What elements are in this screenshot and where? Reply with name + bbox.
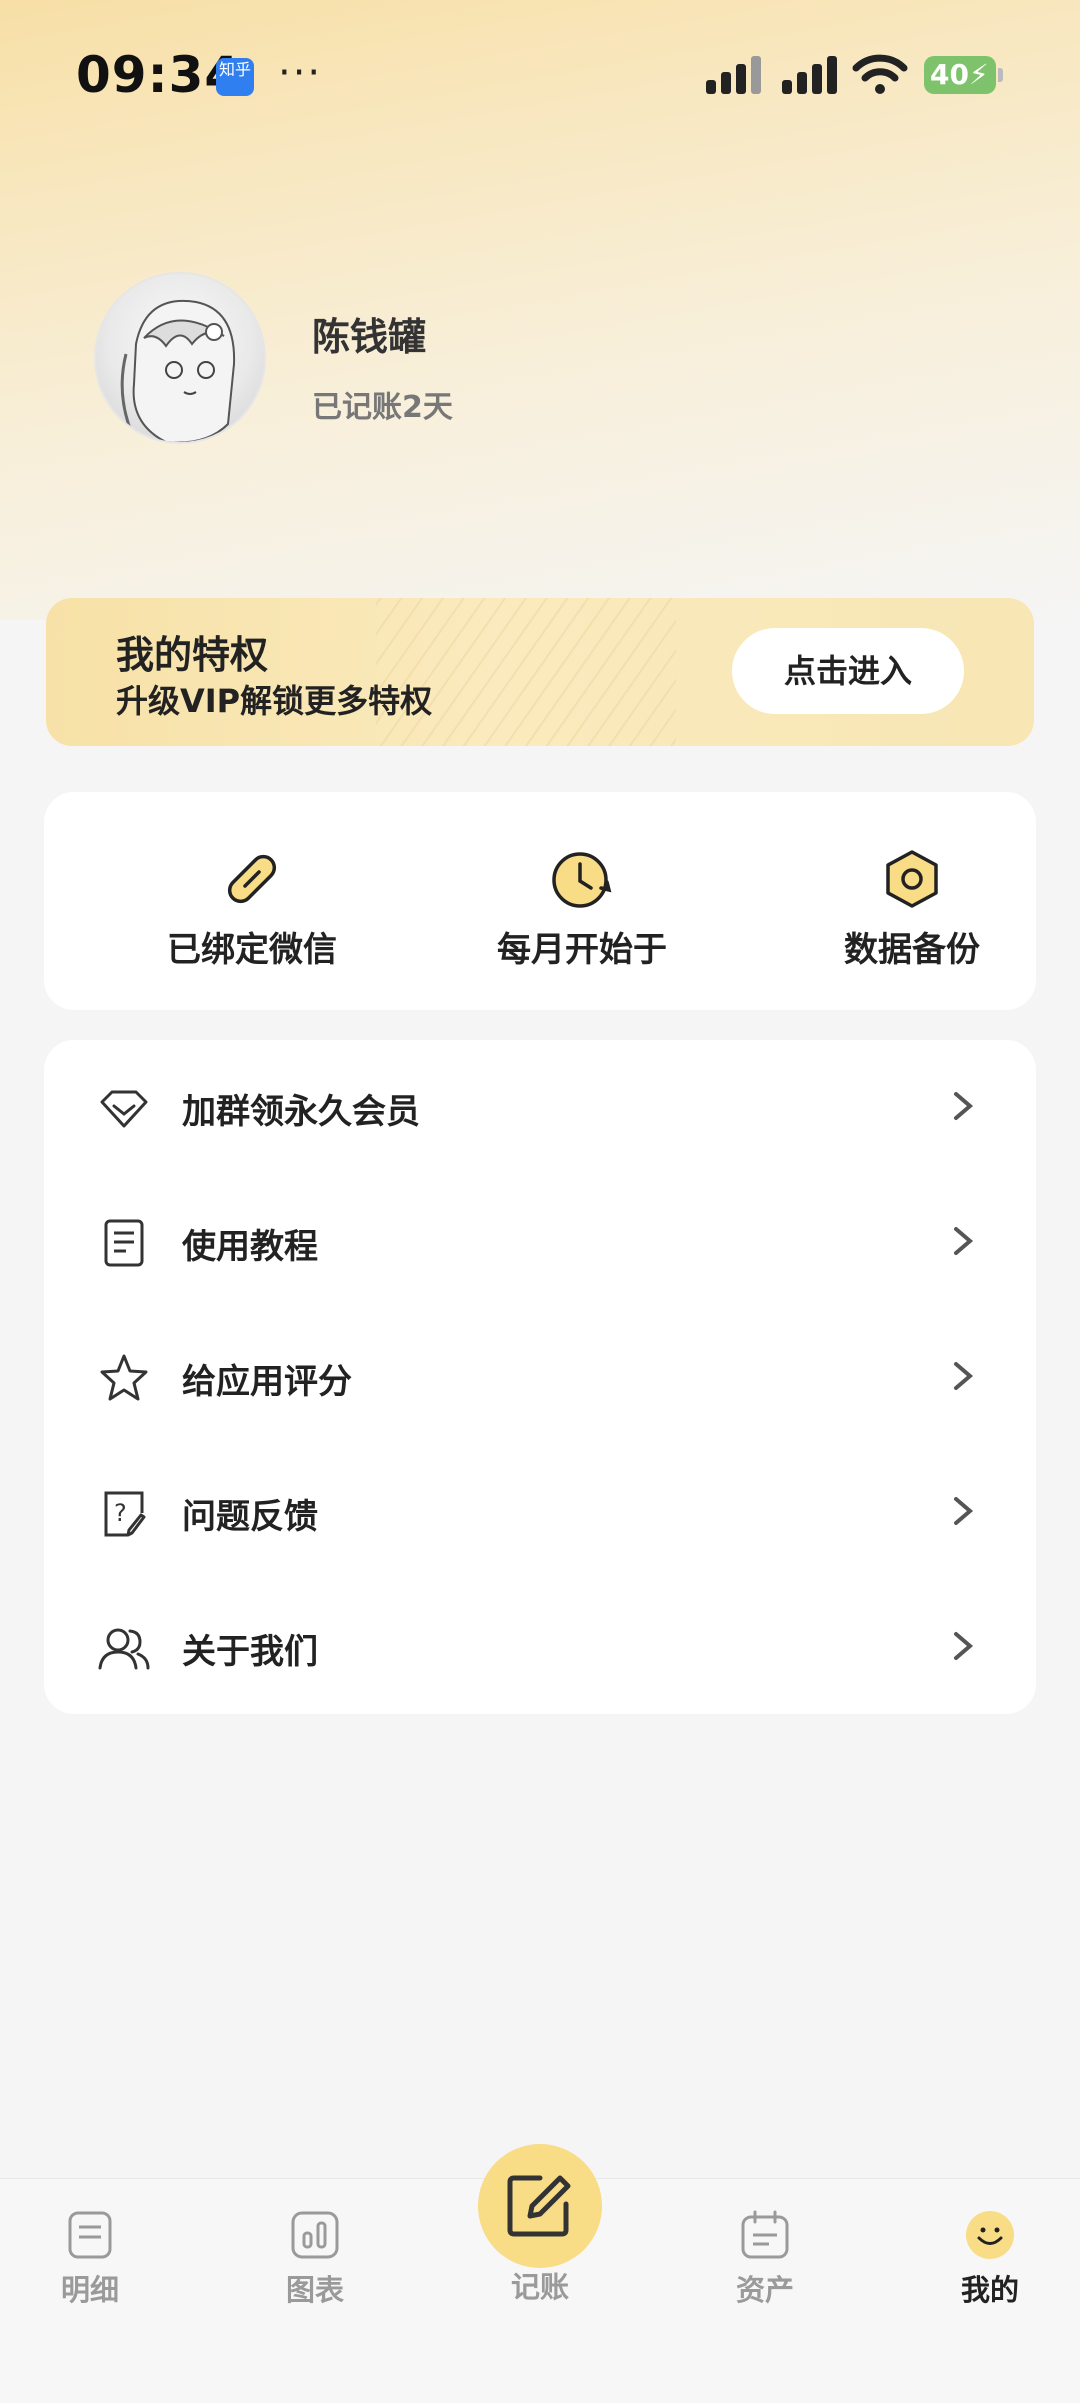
vip-subtitle: 升级VIP解锁更多特权 <box>116 682 433 720</box>
edit-icon <box>507 2175 571 2237</box>
bookkeeping-days: 已记账2天 <box>312 390 453 425</box>
settings-menu: 加群领永久会员 使用教程 给应用评分 ? 问题反馈 关于我们 <box>44 1040 1036 1714</box>
chevron-right-icon <box>954 1092 974 1120</box>
hexagon-nut-icon <box>886 850 938 908</box>
more-dots-icon: ··· <box>278 50 323 96</box>
menu-item-label: 加群领永久会员 <box>182 1092 420 1132</box>
cellular-signal-icon <box>706 56 762 94</box>
tab-label: 资产 <box>735 2273 794 2307</box>
enter-vip-button[interactable]: 点击进入 <box>732 628 964 714</box>
question-note-icon: ? <box>104 1491 146 1537</box>
battery-level: 40 <box>930 58 969 91</box>
menu-item-feedback[interactable]: ? 问题反馈 <box>44 1445 1036 1579</box>
quick-action-label: 每月开始于 <box>497 930 667 970</box>
battery-tip <box>998 68 1003 82</box>
menu-item-tutorial[interactable]: 使用教程 <box>44 1175 1036 1309</box>
tab-label: 图表 <box>285 2273 344 2307</box>
chart-icon <box>291 2211 339 2259</box>
banner-decoration <box>376 598 676 746</box>
tab-label-record[interactable]: 记账 <box>478 2264 602 2306</box>
calendar-icon <box>741 2210 789 2259</box>
quick-actions-card: 已绑定微信 每月开始于 数据备份 <box>44 792 1036 1010</box>
paperclip-icon <box>227 854 277 904</box>
users-icon <box>98 1628 150 1670</box>
tab-assets[interactable]: 资产 <box>705 2209 825 2309</box>
user-name: 陈钱罐 <box>312 315 427 359</box>
diamond-icon <box>100 1090 148 1128</box>
record-button[interactable] <box>478 2144 602 2268</box>
quick-action-month-start[interactable]: 每月开始于 <box>462 846 702 971</box>
menu-item-label: 给应用评分 <box>182 1362 352 1402</box>
svg-text:?: ? <box>114 1499 127 1527</box>
tab-charts[interactable]: 图表 <box>255 2209 375 2309</box>
document-icon <box>104 1219 144 1267</box>
tab-details[interactable]: 明细 <box>30 2209 150 2309</box>
list-icon <box>68 2211 112 2259</box>
quick-action-backup[interactable]: 数据备份 <box>792 846 1032 971</box>
clock-refresh-icon <box>552 852 612 908</box>
menu-item-label: 使用教程 <box>182 1227 318 1267</box>
menu-item-join-group[interactable]: 加群领永久会员 <box>44 1040 1036 1174</box>
tab-label: 我的 <box>960 2273 1019 2307</box>
chevron-right-icon <box>954 1497 974 1525</box>
smile-icon <box>966 2211 1014 2259</box>
chevron-right-icon <box>954 1632 974 1660</box>
chevron-right-icon <box>954 1362 974 1390</box>
status-bar: 09:34 知乎 ··· 40⚡ <box>0 0 1080 150</box>
menu-item-rate-app[interactable]: 给应用评分 <box>44 1310 1036 1444</box>
zhihu-app-badge-icon: 知乎 <box>216 58 254 96</box>
quick-action-wechat[interactable]: 已绑定微信 <box>132 846 372 971</box>
avatar-illustration-icon <box>120 299 236 442</box>
vip-privilege-card[interactable]: 我的特权 升级VIP解锁更多特权 点击进入 <box>46 598 1034 746</box>
quick-action-label: 已绑定微信 <box>167 930 337 970</box>
chevron-right-icon <box>954 1227 974 1255</box>
menu-item-label: 关于我们 <box>182 1632 318 1672</box>
menu-item-label: 问题反馈 <box>182 1497 318 1537</box>
vip-title: 我的特权 <box>116 633 269 677</box>
star-icon <box>100 1354 148 1401</box>
battery-indicator: 40⚡ <box>924 56 996 94</box>
avatar[interactable] <box>94 272 266 444</box>
tab-mine[interactable]: 我的 <box>930 2209 1050 2309</box>
cellular-signal-2-icon <box>782 56 838 94</box>
quick-action-label: 数据备份 <box>844 930 980 970</box>
tab-label: 明细 <box>60 2273 119 2307</box>
menu-item-about-us[interactable]: 关于我们 <box>44 1580 1036 1714</box>
wifi-icon <box>852 54 908 94</box>
